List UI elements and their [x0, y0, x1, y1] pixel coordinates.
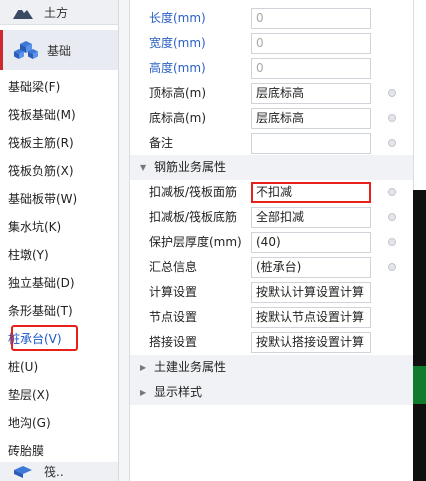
property-row-deduct-top-rebar: 扣减板/筏板面筋 不扣减: [130, 180, 413, 205]
sidebar-item-pile[interactable]: 桩(U): [0, 353, 118, 381]
property-label: 底标高(m): [149, 111, 207, 125]
property-label: 长度(mm): [149, 11, 206, 25]
group-label: 钢筋业务属性: [154, 160, 227, 174]
sidebar-item-cushion[interactable]: 垫层(X): [0, 381, 118, 409]
category-earthwork-label: 土方: [44, 5, 69, 20]
foundation-icon: [13, 39, 39, 61]
canvas-element-fragment: [413, 366, 426, 404]
group-label: 土建业务属性: [154, 360, 227, 374]
property-value-width[interactable]: 0: [251, 33, 371, 54]
property-value-deduct-bottom-rebar[interactable]: 全部扣减: [251, 207, 371, 228]
property-value-deduct-top-rebar[interactable]: 不扣减: [251, 182, 371, 203]
property-label: 扣减板/筏板底筋: [149, 210, 238, 224]
property-label: 高度(mm): [149, 61, 206, 75]
property-value-remark[interactable]: [251, 133, 371, 154]
property-value-summary-info[interactable]: (桩承台): [251, 257, 371, 278]
attribute-dot-icon[interactable]: [388, 139, 396, 147]
attribute-dot-icon[interactable]: [388, 238, 396, 246]
property-row-cover-thickness: 保护层厚度(mm) (40): [130, 230, 413, 255]
property-label: 宽度(mm): [149, 36, 206, 50]
panel-divider[interactable]: [119, 0, 130, 481]
group-label: 显示样式: [154, 385, 203, 399]
group-civil-properties[interactable]: ▶ 土建业务属性: [130, 355, 413, 380]
property-row-length: 长度(mm) 0: [130, 6, 413, 31]
category-next-label: 筏..: [44, 465, 64, 479]
property-value-length[interactable]: 0: [251, 8, 371, 29]
property-label: 扣减板/筏板面筋: [149, 185, 238, 199]
property-row-lap-settings: 搭接设置 按默认搭接设置计算: [130, 330, 413, 355]
sidebar-item-pile-cap[interactable]: 桩承台(V): [0, 325, 118, 353]
property-value-top-elevation[interactable]: 层底标高: [251, 83, 371, 104]
property-label: 备注: [149, 136, 174, 150]
property-value-calc-settings[interactable]: 按默认计算设置计算: [251, 282, 371, 303]
sidebar-item-column-pier[interactable]: 柱墩(Y): [0, 241, 118, 269]
attribute-dot-icon[interactable]: [388, 263, 396, 271]
category-foundation[interactable]: 基础: [0, 30, 118, 70]
property-value-cover-thickness[interactable]: (40): [251, 232, 371, 253]
property-row-deduct-bottom-rebar: 扣减板/筏板底筋 全部扣减: [130, 205, 413, 230]
property-row-top-elevation: 顶标高(m) 层底标高: [130, 81, 413, 106]
foundation-component-list: 基础梁(F) 筏板基础(M) 筏板主筋(R) 筏板负筋(X) 基础板带(W) 集…: [0, 73, 118, 465]
sidebar-item-raft-main-rebar[interactable]: 筏板主筋(R): [0, 129, 118, 157]
attribute-dot-icon[interactable]: [388, 114, 396, 122]
property-row-calc-settings: 计算设置 按默认计算设置计算: [130, 280, 413, 305]
group-rebar-properties[interactable]: ▼ 钢筋业务属性: [130, 155, 413, 180]
sidebar-item-foundation-strip[interactable]: 基础板带(W): [0, 185, 118, 213]
property-label: 节点设置: [149, 310, 198, 324]
property-label: 汇总信息: [149, 260, 198, 274]
property-value-node-settings[interactable]: 按默认节点设置计算: [251, 307, 371, 328]
expand-arrow-icon: ▶: [140, 363, 147, 372]
sidebar-item-trench[interactable]: 地沟(G): [0, 409, 118, 437]
attribute-dot-icon[interactable]: [388, 188, 396, 196]
collapse-arrow-icon: ▼: [140, 163, 147, 172]
expand-arrow-icon: ▶: [140, 388, 147, 397]
attribute-dot-icon[interactable]: [388, 213, 396, 221]
property-label: 顶标高(m): [149, 86, 207, 100]
property-value-lap-settings[interactable]: 按默认搭接设置计算: [251, 332, 371, 353]
property-label: 搭接设置: [149, 335, 198, 349]
component-tree-sidebar: 土方 基础 基础梁(F) 筏板基础(M) 筏板主筋(R) 筏板负筋(X) 基础板…: [0, 0, 119, 481]
category-earthwork[interactable]: 土方: [0, 0, 118, 25]
earthwork-icon: [10, 1, 36, 23]
property-value-height[interactable]: 0: [251, 58, 371, 79]
property-row-remark: 备注: [130, 131, 413, 156]
sidebar-item-foundation-beam[interactable]: 基础梁(F): [0, 73, 118, 101]
category-next[interactable]: 筏..: [0, 462, 118, 481]
property-value-bottom-elevation[interactable]: 层底标高: [251, 108, 371, 129]
property-label: 保护层厚度(mm): [149, 235, 242, 249]
sidebar-item-raft-negative-rebar[interactable]: 筏板负筋(X): [0, 157, 118, 185]
property-row-bottom-elevation: 底标高(m) 层底标高: [130, 106, 413, 131]
sidebar-item-strip-footing[interactable]: 条形基础(T): [0, 297, 118, 325]
property-row-node-settings: 节点设置 按默认节点设置计算: [130, 305, 413, 330]
property-row-summary-info: 汇总信息 (桩承台): [130, 255, 413, 280]
property-row-height: 高度(mm) 0: [130, 56, 413, 81]
property-label: 计算设置: [149, 285, 198, 299]
attribute-dot-icon[interactable]: [388, 89, 396, 97]
panel-scroll-edge: [413, 0, 426, 190]
sidebar-item-isolated-footing[interactable]: 独立基础(D): [0, 269, 118, 297]
property-panel: 长度(mm) 0 宽度(mm) 0 高度(mm) 0 顶标高(m) 层底标高 底…: [130, 0, 413, 481]
sidebar-item-raft-foundation[interactable]: 筏板基础(M): [0, 101, 118, 129]
next-category-icon: [10, 461, 36, 481]
category-foundation-label: 基础: [47, 43, 72, 58]
group-display-style[interactable]: ▶ 显示样式: [130, 380, 413, 405]
sidebar-item-sump-pit[interactable]: 集水坑(K): [0, 213, 118, 241]
property-row-width: 宽度(mm) 0: [130, 31, 413, 56]
